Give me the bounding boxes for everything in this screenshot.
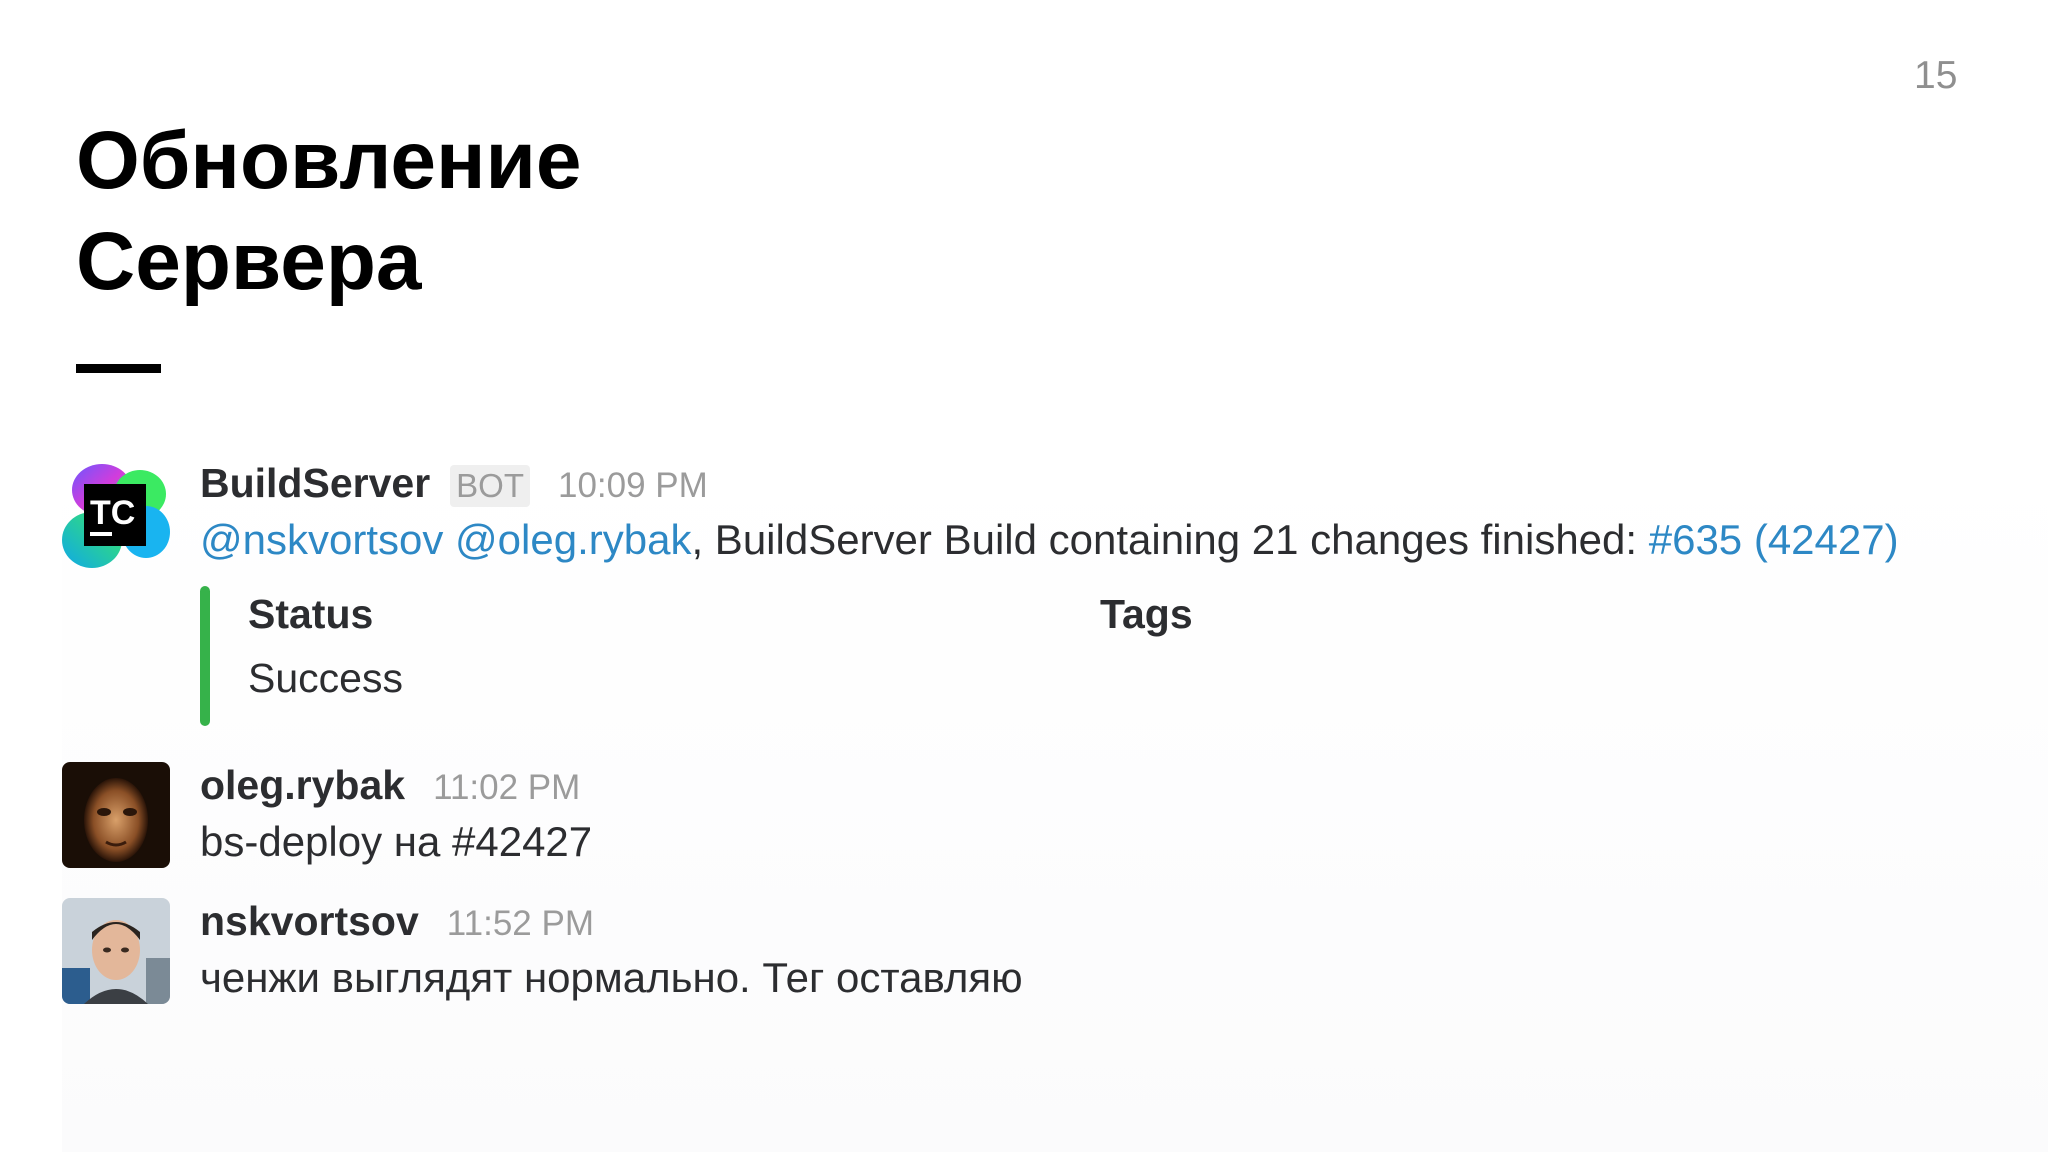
sender-name[interactable]: oleg.rybak bbox=[200, 762, 405, 808]
build-link[interactable]: #635 (42427) bbox=[1649, 516, 1899, 563]
page-title: Обновление Сервера bbox=[76, 110, 582, 312]
bot-badge: BOT bbox=[450, 465, 530, 507]
slide-number: 15 bbox=[1914, 54, 1958, 97]
title-underline bbox=[76, 364, 161, 373]
user-photo-icon bbox=[62, 762, 170, 868]
teamcity-logo-icon: TC bbox=[62, 464, 170, 568]
message-header: oleg.rybak 11:02 PM bbox=[200, 762, 2048, 818]
attachment-status-bar bbox=[200, 586, 210, 726]
mention-oleg-rybak[interactable]: @oleg.rybak bbox=[455, 516, 691, 563]
message-header: BuildServer BOT 10:09 PM bbox=[200, 460, 2048, 516]
message-timestamp[interactable]: 11:52 PM bbox=[447, 904, 594, 943]
field-value: Success bbox=[248, 655, 403, 701]
sender-name[interactable]: nskvortsov bbox=[200, 898, 419, 944]
message-header: nskvortsov 11:52 PM bbox=[200, 898, 2048, 954]
build-attachment: Status Success Tags bbox=[200, 586, 1400, 726]
sender-name[interactable]: BuildServer bbox=[200, 460, 430, 506]
message-body: BuildServer BOT 10:09 PM @nskvortsov @oleg… bbox=[200, 460, 2048, 564]
message-text: ченжи выглядят нормально. Тег оставляю bbox=[200, 954, 1023, 1001]
page-title-line-2: Сервера bbox=[76, 216, 422, 307]
chat-panel: TC BuildServer BOT 10:09 PM @nskvortsov @o… bbox=[62, 460, 2048, 1152]
mention-nskvortsov[interactable]: @nskvortsov bbox=[200, 516, 443, 563]
message-text: bs-deploy на #42427 bbox=[200, 818, 593, 865]
user-photo-icon bbox=[62, 898, 170, 1004]
message-timestamp[interactable]: 11:02 PM bbox=[433, 768, 580, 807]
user-avatar[interactable] bbox=[62, 762, 170, 868]
field-title: Status bbox=[248, 591, 374, 637]
message-body: oleg.rybak 11:02 PM bs-deploy на #42427 bbox=[200, 762, 2048, 866]
user-avatar[interactable] bbox=[62, 898, 170, 1004]
field-title: Tags bbox=[1100, 591, 1193, 637]
attachment-field-tags: Tags bbox=[1100, 586, 1193, 650]
message-text: @nskvortsov @oleg.rybak, BuildServer Bui… bbox=[200, 516, 2048, 564]
attachment-field-status: Status Success bbox=[248, 586, 403, 706]
message-timestamp[interactable]: 10:09 PM bbox=[558, 466, 708, 505]
message-body: nskvortsov 11:52 PM ченжи выглядят нормал… bbox=[200, 898, 2048, 1002]
page-title-line-1: Обновление bbox=[76, 115, 582, 206]
teamcity-logo-text: TC bbox=[90, 494, 135, 532]
teamcity-logo-avatar[interactable]: TC bbox=[62, 460, 170, 572]
message-text-body: , BuildServer Build containing 21 change… bbox=[691, 516, 1649, 563]
